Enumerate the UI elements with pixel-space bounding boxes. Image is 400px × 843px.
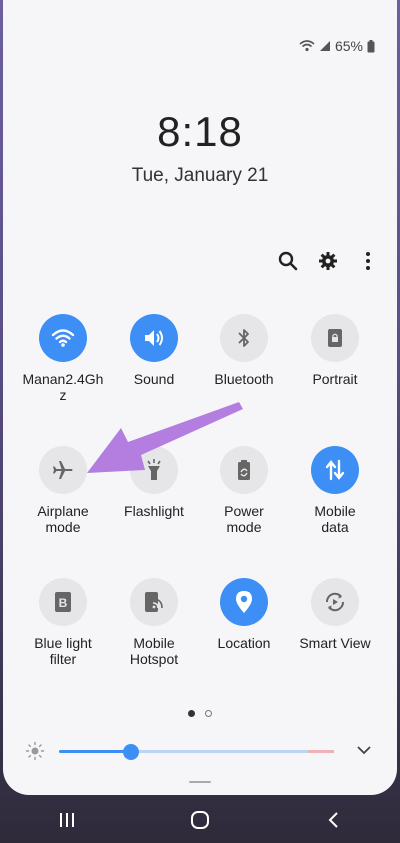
brightness-icon <box>25 741 45 761</box>
airplane-icon <box>53 461 73 479</box>
quick-settings-panel: 65% 8:18 Tue, January 21 Manan2.4Gh z So… <box>3 0 397 795</box>
tile-hotspot[interactable]: Mobile Hotspot <box>109 578 199 667</box>
wifi-status-icon <box>299 40 315 52</box>
tile-location-button[interactable] <box>220 578 268 626</box>
signal-icon <box>319 41 330 51</box>
tile-smart-view-label: Smart View <box>299 635 371 651</box>
tile-airplane-label: Airplane mode <box>37 503 89 535</box>
tile-mobile-data[interactable]: Mobile data <box>290 446 380 535</box>
home-button[interactable] <box>180 800 220 840</box>
hotspot-icon <box>145 592 163 612</box>
gear-icon <box>319 252 337 270</box>
mobile-data-icon <box>325 459 345 481</box>
more-options-button[interactable] <box>357 248 379 274</box>
tile-flashlight-label: Flashlight <box>124 503 184 519</box>
clock-date: Tue, January 21 <box>131 165 269 186</box>
search-icon <box>278 251 298 271</box>
annotation-arrow <box>87 402 243 473</box>
bluetooth-icon <box>238 329 249 347</box>
tile-portrait-button[interactable] <box>311 314 359 362</box>
page-indicator <box>3 710 397 717</box>
brightness-slider[interactable] <box>59 743 334 760</box>
tile-smart-view[interactable]: Smart View <box>290 578 380 651</box>
navigation-bar <box>0 797 400 843</box>
battery-icon <box>367 39 375 52</box>
tile-bluetooth-label: Bluetooth <box>214 371 274 387</box>
tile-blue-light-label: Blue light filter <box>34 635 92 667</box>
page-dot-1[interactable] <box>188 710 195 717</box>
tile-power-mode-label: Power mode <box>224 503 264 535</box>
tile-smart-view-button[interactable] <box>311 578 359 626</box>
tile-bluetooth[interactable]: Bluetooth <box>199 314 289 387</box>
status-bar: 65% <box>299 38 375 54</box>
brightness-thumb[interactable] <box>122 743 139 760</box>
panel-actions <box>277 248 379 274</box>
tile-hotspot-label: Mobile Hotspot <box>129 635 179 667</box>
tile-location[interactable]: Location <box>199 578 289 651</box>
tile-sound[interactable]: Sound <box>109 314 199 387</box>
tile-blue-light[interactable]: B Blue light filter <box>18 578 108 667</box>
location-icon <box>236 591 252 613</box>
tile-wifi[interactable]: Manan2.4Gh z <box>18 314 108 403</box>
recent-apps-icon <box>59 813 74 827</box>
portrait-lock-icon <box>328 329 342 347</box>
tile-sound-button[interactable] <box>130 314 178 362</box>
clock-time: 8:18 <box>157 108 243 155</box>
battery-percent: 65% <box>334 38 363 54</box>
tile-portrait-label: Portrait <box>312 371 358 387</box>
smart-view-icon <box>325 592 345 612</box>
brightness-fill <box>59 750 131 753</box>
back-button[interactable] <box>313 800 353 840</box>
tile-wifi-button[interactable] <box>39 314 87 362</box>
tile-location-label: Location <box>217 635 271 651</box>
tile-hotspot-button[interactable] <box>130 578 178 626</box>
settings-button[interactable] <box>317 248 339 274</box>
tile-portrait[interactable]: Portrait <box>290 314 380 387</box>
brightness-max-zone <box>308 750 334 753</box>
tile-mobile-data-button[interactable] <box>311 446 359 494</box>
wifi-icon <box>51 329 75 347</box>
svg-text:B: B <box>59 596 68 610</box>
tile-airplane-button[interactable] <box>39 446 87 494</box>
brightness-control <box>25 740 380 764</box>
recent-apps-button[interactable] <box>47 800 87 840</box>
more-vertical-icon <box>366 252 370 270</box>
home-icon <box>190 811 209 829</box>
volume-icon <box>145 330 163 346</box>
chevron-down-icon <box>357 746 371 755</box>
back-icon <box>328 812 339 828</box>
tile-mobile-data-label: Mobile data <box>314 503 356 535</box>
tile-blue-light-button[interactable]: B <box>39 578 87 626</box>
tile-sound-label: Sound <box>133 371 175 387</box>
tile-bluetooth-button[interactable] <box>220 314 268 362</box>
expand-brightness-button[interactable] <box>356 742 376 762</box>
blue-light-icon: B <box>55 592 71 612</box>
panel-drag-handle[interactable] <box>189 781 211 783</box>
search-button[interactable] <box>277 248 299 274</box>
page-dot-2[interactable] <box>205 710 212 717</box>
